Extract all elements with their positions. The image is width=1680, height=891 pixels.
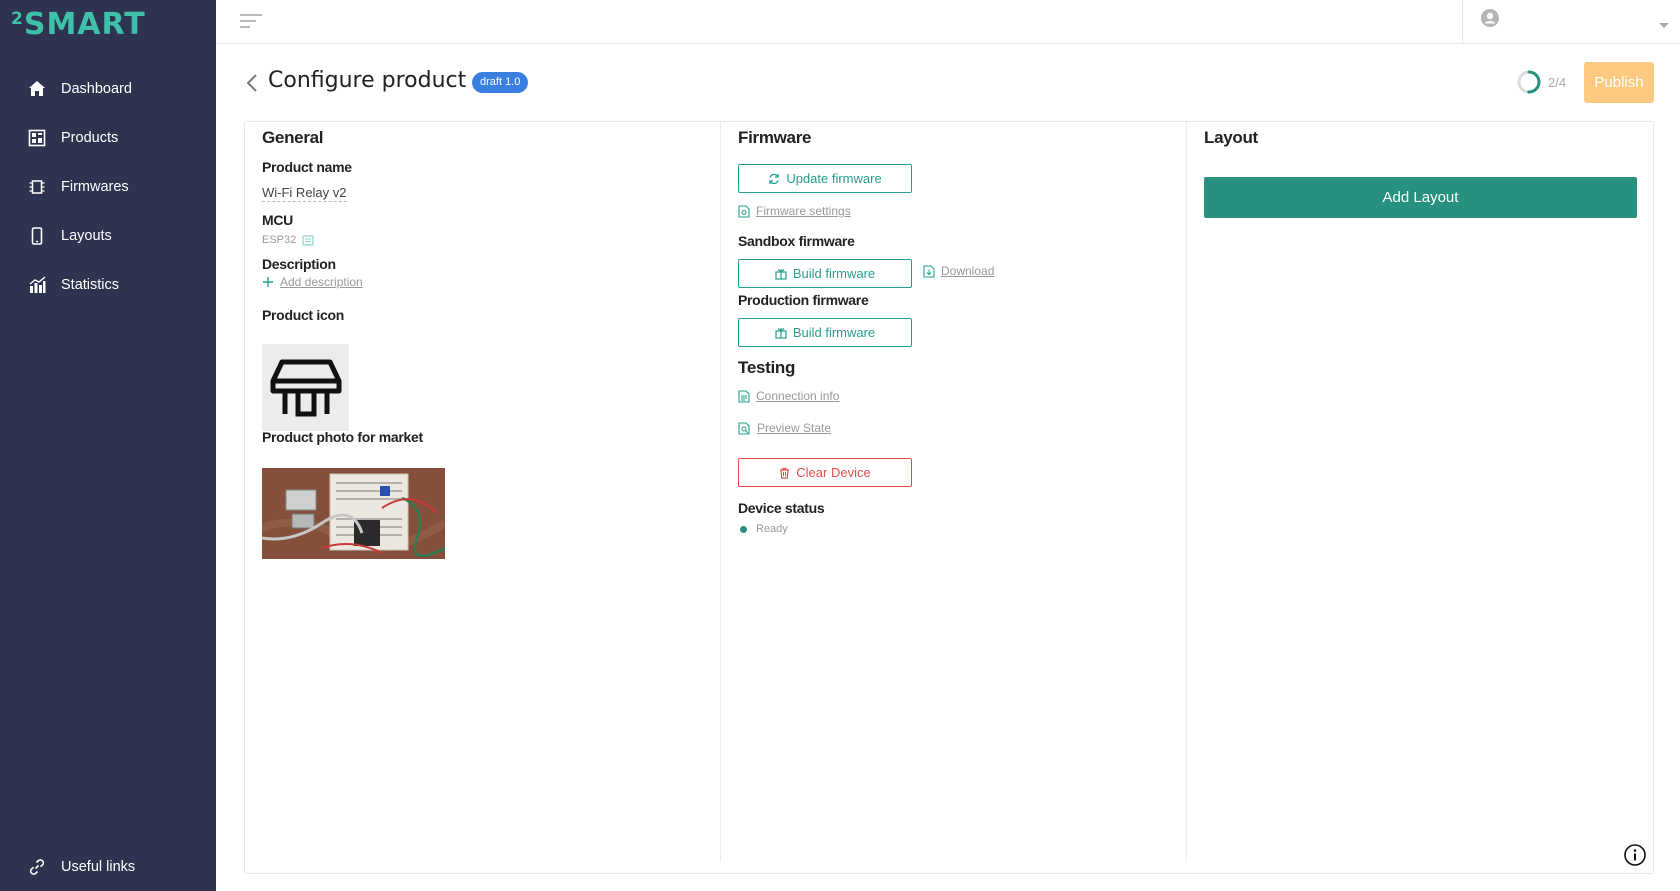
brand-logo[interactable]: 2 SMART [11, 8, 146, 42]
preview-state-link[interactable]: Preview State [738, 421, 831, 435]
firmware-title: Firmware [738, 128, 812, 147]
logo-superscript: 2 [11, 9, 24, 29]
progress-ring-icon [1517, 70, 1541, 94]
top-bar [216, 0, 1680, 44]
sidebar-item-layouts[interactable]: Layouts [0, 211, 216, 260]
product-name-label: Product name [262, 159, 352, 175]
status-dot-icon [740, 525, 747, 533]
sidebar-item-label: Layouts [61, 227, 112, 244]
trash-icon [780, 467, 790, 479]
preview-state-text: Preview State [757, 421, 832, 435]
chevron-down-icon [1658, 17, 1670, 35]
back-arrow-icon[interactable] [244, 72, 260, 94]
sidebar-item-label: Useful links [61, 858, 136, 875]
publish-button[interactable]: Publish [1584, 62, 1654, 103]
add-description-text: Add description [280, 275, 363, 289]
device-status-value: Ready [756, 523, 788, 535]
update-firmware-button[interactable]: Update firmware [738, 164, 912, 193]
sidebar-bottom: Useful links [0, 842, 216, 891]
products-icon [27, 128, 47, 148]
mcu-label: MCU [262, 212, 293, 228]
user-menu[interactable] [1462, 0, 1680, 44]
mcu-value: ESP32 [262, 234, 297, 246]
sidebar: 2 SMART Dashboard Products Firmwares Lay… [0, 0, 216, 891]
sidebar-item-useful-links[interactable]: Useful links [0, 842, 216, 891]
package-icon [775, 327, 787, 339]
download-doc-icon [923, 264, 935, 278]
plus-icon [263, 277, 273, 287]
setup-progress: 2/4 [1517, 70, 1566, 94]
device-status-row: Ready [738, 523, 788, 535]
sidebar-item-dashboard[interactable]: Dashboard [0, 64, 216, 113]
layout-title: Layout [1204, 128, 1258, 147]
chip-icon [27, 177, 47, 197]
bar-chart-icon [27, 275, 47, 295]
connection-info-text: Connection info [756, 389, 840, 403]
clear-device-label: Clear Device [796, 465, 871, 480]
production-label: Production firmware [738, 292, 869, 308]
firmware-settings-link[interactable]: Firmware settings [738, 204, 851, 218]
device-status-label: Device status [738, 500, 825, 516]
description-label: Description [262, 256, 336, 272]
sidebar-item-label: Products [61, 129, 119, 146]
firmware-section: Firmware Update firmware Firmware settin… [721, 122, 1187, 862]
sandbox-build-label: Build firmware [792, 266, 876, 281]
connection-info-link[interactable]: Connection info [738, 389, 839, 403]
document-icon [738, 389, 750, 403]
sidebar-item-statistics[interactable]: Statistics [0, 260, 216, 309]
general-section: General Product name Wi-Fi Relay v2 MCU … [245, 122, 721, 862]
download-link[interactable]: Download [923, 264, 994, 278]
user-avatar-icon [1480, 8, 1500, 33]
product-photo[interactable] [262, 468, 445, 559]
product-config-card: General Product name Wi-Fi Relay v2 MCU … [244, 121, 1654, 874]
photo-label: Product photo for market [262, 429, 423, 445]
copy-icon[interactable] [302, 234, 314, 246]
product-name-field[interactable]: Wi-Fi Relay v2 [262, 185, 347, 202]
package-icon [775, 268, 787, 280]
sidebar-nav: Dashboard Products Firmwares Layouts Sta… [0, 64, 216, 309]
product-icon-label: Product icon [262, 307, 344, 323]
home-icon [27, 79, 47, 99]
phone-icon [27, 226, 47, 246]
layout-section: Layout Add Layout [1187, 122, 1655, 862]
relay-device-icon [270, 359, 341, 416]
refresh-icon [769, 173, 779, 184]
sidebar-item-firmwares[interactable]: Firmwares [0, 162, 216, 211]
add-layout-button[interactable]: Add Layout [1204, 177, 1637, 218]
sandbox-label: Sandbox firmware [738, 233, 855, 249]
page-title: Configure product [268, 68, 467, 93]
mcu-value-row: ESP32 [262, 234, 314, 246]
version-badge: draft 1.0 [472, 72, 529, 93]
progress-text: 2/4 [1548, 74, 1567, 90]
add-description-link[interactable]: Add description [262, 275, 363, 289]
general-title: General [262, 128, 324, 147]
sidebar-item-label: Statistics [61, 276, 120, 293]
clear-device-button[interactable]: Clear Device [738, 458, 912, 487]
product-icon-picker[interactable] [262, 344, 349, 431]
sidebar-item-label: Firmwares [61, 178, 129, 195]
preview-doc-icon [738, 421, 750, 435]
link-icon [27, 857, 47, 877]
sidebar-item-label: Dashboard [61, 80, 132, 97]
production-build-button[interactable]: Build firmware [738, 318, 912, 347]
breadboard-photo [262, 468, 445, 559]
logo-word: SMART [23, 7, 146, 42]
update-firmware-label: Update firmware [786, 171, 882, 186]
settings-doc-icon [738, 204, 750, 218]
firmware-settings-text: Firmware settings [756, 204, 851, 218]
production-build-label: Build firmware [792, 325, 876, 340]
testing-title: Testing [738, 358, 796, 377]
download-text: Download [941, 264, 995, 278]
info-icon[interactable] [1623, 843, 1647, 867]
menu-toggle-icon[interactable] [238, 12, 264, 32]
sidebar-item-products[interactable]: Products [0, 113, 216, 162]
sandbox-build-button[interactable]: Build firmware [738, 259, 912, 288]
